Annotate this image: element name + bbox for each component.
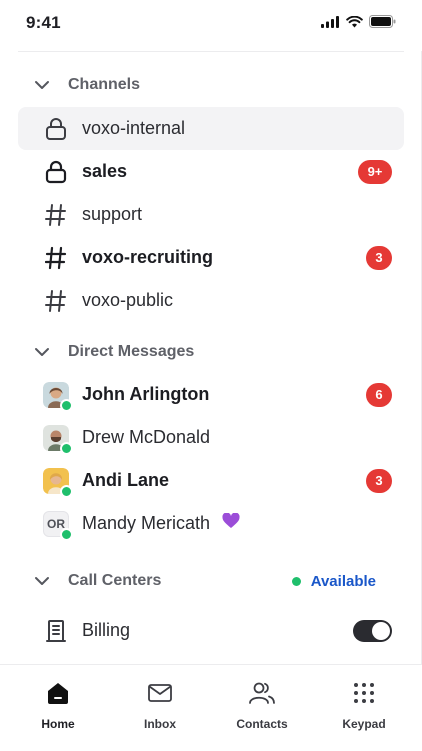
avatar	[42, 424, 73, 455]
direct-messages-section-header[interactable]: Direct Messages	[18, 337, 404, 367]
presence-dot	[60, 484, 73, 498]
tab-keypad[interactable]: Keypad	[314, 679, 414, 731]
signal-icon	[321, 15, 339, 28]
hash-icon	[42, 244, 70, 272]
mail-icon	[146, 679, 174, 707]
call-center-name: Billing	[82, 620, 131, 640]
section-title: Channels	[68, 76, 141, 93]
tab-label: Inbox	[144, 717, 176, 731]
status-icons	[321, 15, 396, 28]
unread-badge: 3	[366, 245, 392, 270]
keypad-icon	[350, 679, 378, 707]
available-dot	[291, 576, 301, 586]
channel-name: support	[82, 204, 143, 224]
tab-contacts[interactable]: Contacts	[212, 679, 312, 731]
home-icon	[44, 679, 72, 707]
avatar	[42, 467, 73, 498]
avatar	[42, 381, 73, 412]
channel-name: voxo-public	[82, 290, 174, 310]
unread-badge: 9+	[358, 159, 392, 184]
channel-item-support[interactable]: support	[18, 193, 404, 236]
tab-label: Home	[41, 717, 75, 731]
building-icon	[42, 617, 70, 645]
unread-badge: 3	[366, 468, 392, 493]
channel-item-voxo-internal[interactable]: voxo-internal	[18, 107, 404, 150]
battery-icon	[369, 15, 396, 28]
chevron-down-icon	[35, 81, 49, 89]
tab-label: Contacts	[236, 717, 288, 731]
availability-status[interactable]: Available	[291, 572, 376, 590]
presence-dot	[60, 398, 73, 412]
availability-toggle[interactable]	[353, 619, 392, 642]
lock-icon	[42, 158, 70, 186]
channel-name: sales	[82, 161, 128, 181]
top-divider	[18, 51, 404, 52]
chevron-down-icon	[35, 577, 49, 585]
avatar: OR	[42, 510, 73, 541]
unread-badge: 6	[366, 382, 392, 407]
dm-item-drew-mcdonald[interactable]: Drew McDonald	[18, 416, 404, 459]
toggle-knob	[372, 621, 390, 640]
dm-item-john-arlington[interactable]: John Arlington 6	[18, 373, 404, 416]
channels-section-header[interactable]: Channels	[18, 70, 404, 100]
contact-name: Drew McDonald	[82, 427, 211, 447]
purple-heart-icon	[222, 512, 240, 534]
channel-item-sales[interactable]: sales 9+	[18, 150, 404, 193]
channel-name: voxo-recruiting	[82, 247, 214, 267]
tab-bar: Home Inbox Contacts Keypad	[0, 664, 422, 751]
tab-label: Keypad	[342, 717, 386, 731]
users-icon	[248, 679, 276, 707]
call-center-item-billing[interactable]: Billing	[18, 609, 404, 652]
section-title: Call Centers	[68, 572, 162, 589]
hash-icon	[42, 201, 70, 229]
hash-icon	[42, 287, 70, 315]
status-bar: 9:41	[0, 0, 422, 46]
presence-dot	[60, 441, 73, 455]
contact-name: John Arlington	[82, 384, 210, 404]
tab-inbox[interactable]: Inbox	[110, 679, 210, 731]
tab-home[interactable]: Home	[8, 679, 108, 731]
channel-item-voxo-recruiting[interactable]: voxo-recruiting 3	[18, 236, 404, 279]
presence-dot	[60, 527, 73, 541]
chevron-down-icon	[35, 348, 49, 356]
contact-name: Andi Lane	[82, 470, 170, 490]
section-title: Direct Messages	[68, 343, 195, 360]
dm-item-andi-lane[interactable]: Andi Lane 3	[18, 459, 404, 502]
channel-name: voxo-internal	[82, 118, 186, 138]
call-centers-section-header[interactable]: Call Centers Available	[18, 566, 404, 596]
channel-item-voxo-public[interactable]: voxo-public	[18, 279, 404, 322]
availability-label: Available	[310, 572, 376, 590]
dm-item-mandy-mericath[interactable]: OR Mandy Mericath	[18, 502, 404, 545]
wifi-icon	[346, 15, 363, 27]
contact-name: Mandy Mericath	[82, 513, 211, 533]
status-time: 9:41	[26, 13, 61, 32]
lock-icon	[42, 115, 70, 143]
